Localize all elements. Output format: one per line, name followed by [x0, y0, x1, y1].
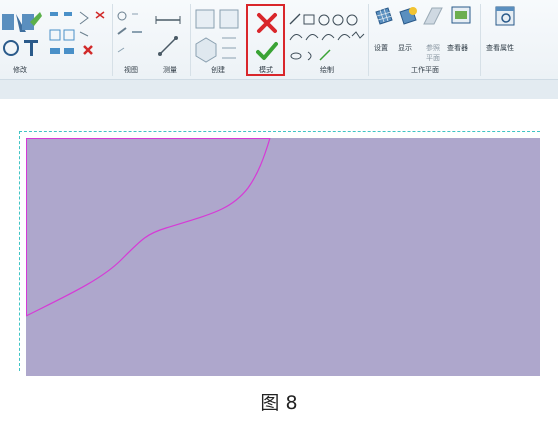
- ribbon-status-strip: [0, 79, 558, 99]
- separator: [190, 4, 191, 76]
- separator: [112, 4, 113, 76]
- panel-properties: 查看属性: [482, 0, 532, 79]
- mode-panel-highlight: [246, 4, 285, 76]
- sketch-canvas[interactable]: [26, 138, 540, 376]
- view-properties-icon[interactable]: [494, 5, 516, 27]
- viewer-icon[interactable]: [450, 5, 472, 27]
- panel-workplane: 设置 显示 参照 平面 查看器 工作平面: [370, 0, 480, 79]
- set-button-label[interactable]: 设置: [374, 43, 388, 53]
- panel-label-view: 视图: [124, 66, 138, 74]
- create-tools-icon[interactable]: [192, 4, 244, 66]
- panel-label-modify: 修改: [13, 66, 27, 74]
- show-workplane-icon[interactable]: [398, 6, 418, 26]
- set-workplane-icon[interactable]: [374, 6, 394, 26]
- panel-label-draw: 绘制: [320, 66, 334, 74]
- view-properties-label[interactable]: 查看属性: [486, 43, 514, 53]
- viewer-button-label[interactable]: 查看器: [447, 43, 468, 53]
- panel-label-measure: 测量: [163, 66, 177, 74]
- figure-caption: 图 8: [260, 392, 298, 414]
- reference-plane-label-line2[interactable]: 平面: [426, 53, 440, 63]
- panel-modify: 修改: [0, 0, 110, 79]
- show-button-label[interactable]: 显示: [398, 43, 412, 53]
- panel-label-workplane: 工作平面: [411, 66, 439, 74]
- panel-measure: 测量: [152, 0, 188, 79]
- draw-tools-icon[interactable]: [286, 8, 368, 66]
- panel-draw: 绘制: [286, 0, 368, 79]
- measure-icon[interactable]: [152, 4, 188, 64]
- panel-label-create: 创建: [211, 66, 225, 74]
- modify-tools-icon[interactable]: [0, 4, 110, 66]
- separator: [368, 4, 369, 76]
- view-tools-icon[interactable]: [114, 4, 148, 64]
- sketch-fill: [26, 138, 540, 376]
- reference-plane-icon[interactable]: [422, 6, 444, 26]
- panel-view: 视图: [114, 0, 148, 79]
- separator: [480, 4, 481, 76]
- panel-create: 创建: [192, 0, 244, 79]
- reference-plane-label-line1[interactable]: 参照: [426, 43, 440, 53]
